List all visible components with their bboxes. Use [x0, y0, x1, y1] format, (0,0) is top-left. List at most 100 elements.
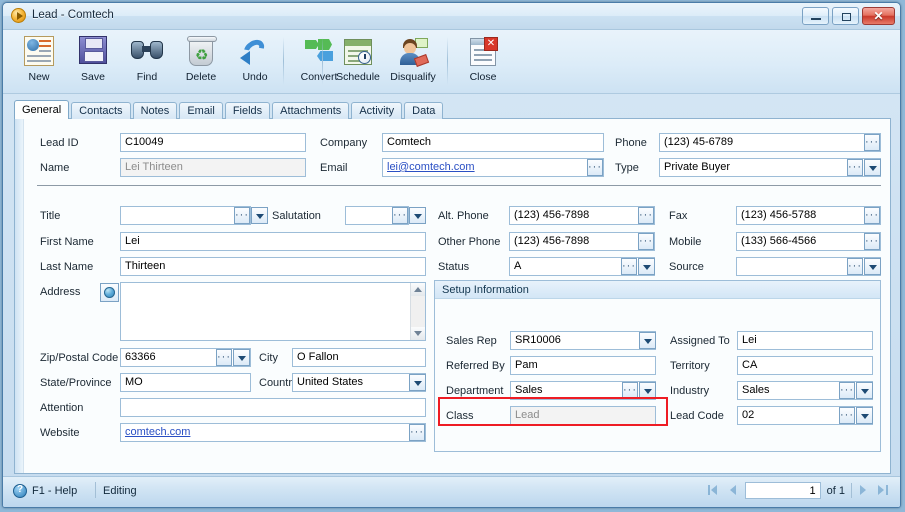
- close-button[interactable]: ✕: [862, 7, 895, 25]
- city-input[interactable]: O Fallon: [292, 348, 426, 367]
- address-textarea[interactable]: [120, 282, 426, 341]
- maximize-button[interactable]: [832, 7, 859, 25]
- tab-activity[interactable]: Activity: [351, 102, 403, 119]
- setup-information-group: Setup Information Sales Rep SR10006 Assi…: [434, 280, 881, 452]
- website-ellipsis-button[interactable]: [409, 424, 425, 441]
- phone-ellipsis-button[interactable]: [864, 134, 880, 151]
- next-record-button[interactable]: [855, 482, 872, 499]
- alt-phone-input[interactable]: (123) 456-7898: [509, 206, 655, 225]
- new-button[interactable]: New: [11, 34, 67, 90]
- tab-fields[interactable]: Fields: [224, 102, 271, 119]
- website-input[interactable]: comtech.com: [120, 423, 426, 442]
- page-number-input[interactable]: 1: [744, 482, 821, 499]
- undo-button[interactable]: Undo: [227, 34, 283, 90]
- find-button[interactable]: Find: [119, 34, 175, 90]
- email-input[interactable]: lei@comtech.com: [382, 158, 604, 177]
- address-scrollbar[interactable]: [410, 283, 425, 340]
- name-input[interactable]: Lei Thirteen: [120, 158, 306, 177]
- mobile-ellipsis-button[interactable]: [864, 233, 880, 250]
- title-bar: Lead - Comtech ✕: [3, 3, 900, 30]
- last-name-input[interactable]: Thirteen: [120, 257, 426, 276]
- delete-button[interactable]: ♻ Delete: [173, 34, 229, 90]
- tab-data[interactable]: Data: [404, 102, 444, 119]
- toolbar-separator-1: [283, 37, 284, 85]
- schedule-button-label: Schedule: [336, 71, 380, 83]
- fax-ellipsis-button[interactable]: [864, 207, 880, 224]
- previous-record-button[interactable]: [725, 482, 742, 499]
- company-label: Company: [320, 137, 368, 149]
- class-input[interactable]: Lead: [510, 406, 656, 425]
- territory-input[interactable]: CA: [737, 356, 873, 375]
- tab-notes[interactable]: Notes: [132, 102, 178, 119]
- state-input[interactable]: MO: [120, 373, 251, 392]
- header-divider: [37, 185, 881, 186]
- scroll-up-icon[interactable]: [411, 283, 425, 296]
- title-input[interactable]: [120, 206, 251, 225]
- fax-input[interactable]: (123) 456-5788: [736, 206, 881, 225]
- attention-input[interactable]: [120, 398, 426, 417]
- company-input[interactable]: Comtech: [382, 133, 604, 152]
- sales-rep-label: Sales Rep: [446, 335, 497, 347]
- name-label: Name: [40, 162, 70, 174]
- tab-strip: General Contacts Notes Email Fields Atta…: [14, 100, 444, 119]
- help-label[interactable]: F1 - Help: [32, 485, 77, 497]
- disqualify-button[interactable]: Disqualify: [381, 34, 445, 90]
- tab-email[interactable]: Email: [179, 102, 223, 119]
- industry-ellipsis-button[interactable]: [839, 382, 855, 399]
- lead-id-label: Lead ID: [40, 137, 79, 149]
- industry-dropdown-button[interactable]: [856, 382, 873, 399]
- lead-code-ellipsis-button[interactable]: [839, 407, 855, 424]
- zip-dropdown-button[interactable]: [233, 349, 250, 366]
- lead-id-input[interactable]: C10049: [120, 133, 306, 152]
- minimize-button[interactable]: [802, 7, 829, 25]
- new-button-label: New: [28, 71, 50, 83]
- toolbar-separator-2: [322, 37, 323, 85]
- tab-general[interactable]: General: [14, 100, 70, 119]
- status-label: Status: [438, 261, 470, 273]
- title-ellipsis-button[interactable]: [234, 207, 250, 224]
- first-name-input[interactable]: Lei: [120, 232, 426, 251]
- lead-code-dropdown-button[interactable]: [856, 407, 873, 424]
- status-dropdown-button[interactable]: [638, 258, 655, 275]
- status-ellipsis-button[interactable]: [621, 258, 637, 275]
- tab-attachments[interactable]: Attachments: [272, 102, 350, 119]
- help-icon[interactable]: [13, 484, 27, 498]
- close-toolbar-button[interactable]: ✕ Close: [455, 34, 511, 90]
- address-globe-button[interactable]: [100, 283, 119, 302]
- source-dropdown-button[interactable]: [864, 258, 881, 275]
- zip-ellipsis-button[interactable]: [216, 349, 232, 366]
- phone-input[interactable]: (123) 45-6789: [659, 133, 881, 152]
- tab-contacts[interactable]: Contacts: [71, 102, 131, 119]
- salutation-dropdown-button[interactable]: [409, 207, 426, 224]
- other-phone-input[interactable]: (123) 456-7898: [509, 232, 655, 251]
- type-ellipsis-button[interactable]: [847, 159, 863, 176]
- other-phone-ellipsis-button[interactable]: [638, 233, 654, 250]
- general-tab-panel: Lead ID C10049 Name Lei Thirteen Company…: [14, 118, 891, 474]
- type-dropdown-button[interactable]: [864, 159, 881, 176]
- referred-by-input[interactable]: Pam: [510, 356, 656, 375]
- minimize-icon: [811, 18, 821, 20]
- save-button[interactable]: Save: [65, 34, 121, 90]
- assigned-to-input[interactable]: Lei: [737, 331, 873, 350]
- salutation-ellipsis-button[interactable]: [392, 207, 408, 224]
- salutation-label: Salutation: [272, 210, 321, 222]
- department-ellipsis-button[interactable]: [622, 382, 638, 399]
- first-record-button[interactable]: [705, 482, 722, 499]
- department-dropdown-button[interactable]: [639, 382, 656, 399]
- schedule-button[interactable]: Schedule: [330, 34, 386, 90]
- sales-rep-dropdown-button[interactable]: [639, 332, 656, 349]
- alt-phone-ellipsis-button[interactable]: [638, 207, 654, 224]
- sales-rep-input[interactable]: SR10006: [510, 331, 656, 350]
- source-ellipsis-button[interactable]: [847, 258, 863, 275]
- calendar-clock-icon: [330, 34, 386, 70]
- title-dropdown-button[interactable]: [251, 207, 268, 224]
- last-record-button[interactable]: [875, 482, 892, 499]
- mobile-input[interactable]: (133) 566-4566: [736, 232, 881, 251]
- email-ellipsis-button[interactable]: [587, 159, 603, 176]
- country-dropdown-button[interactable]: [409, 374, 426, 391]
- country-input[interactable]: United States: [292, 373, 426, 392]
- lead-orb-icon: [11, 8, 26, 23]
- document-close-icon: ✕: [455, 34, 511, 70]
- undo-arrow-icon: [227, 34, 283, 70]
- scroll-down-icon[interactable]: [411, 327, 425, 340]
